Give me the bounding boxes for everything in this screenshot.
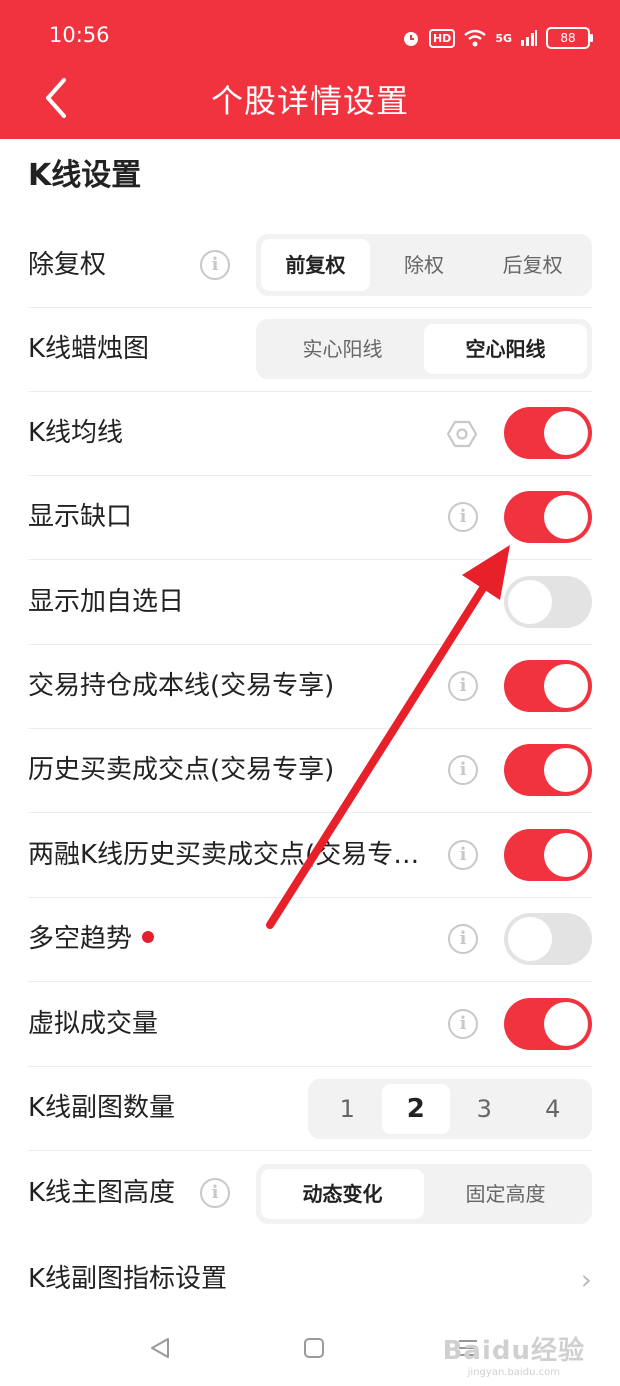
setting-label: 历史买卖成交点(交易专享) [28, 755, 335, 785]
battery-icon: 88 [546, 27, 593, 49]
toggle-knob [544, 748, 588, 792]
setting-row-adjust: 除复权 i 前复权 除权 后复权 [28, 223, 592, 308]
option-dynamic-height[interactable]: 动态变化 [261, 1169, 424, 1219]
setting-label: 除复权 [28, 250, 107, 280]
info-icon[interactable]: i [448, 840, 478, 870]
info-icon[interactable]: i [200, 250, 230, 280]
setting-label: 两融K线历史买卖成交点(交易专… [28, 840, 420, 870]
section-title: K线设置 [28, 158, 142, 193]
info-icon[interactable]: i [448, 671, 478, 701]
setting-label: 多空趋势 [28, 924, 133, 954]
setting-label-wrap: 多空趋势 [28, 897, 155, 981]
virtual-volume-toggle[interactable] [504, 998, 592, 1050]
ma-toggle[interactable] [504, 407, 592, 459]
watermark-sub: jingyan.baidu.com [467, 1367, 560, 1378]
nav-back-icon[interactable] [148, 1336, 172, 1360]
setting-row-cost-line: 交易持仓成本线(交易专享) i [28, 644, 592, 729]
setting-row-ma: K线均线 [28, 391, 592, 476]
toggle-knob [544, 664, 588, 708]
option-fixed-height[interactable]: 固定高度 [424, 1169, 587, 1219]
setting-row-trend: 多空趋势 i [28, 897, 592, 982]
setting-label: K线主图高度 [28, 1178, 176, 1208]
option-solid-candle[interactable]: 实心阳线 [261, 324, 424, 374]
candle-segmented-control: 实心阳线 空心阳线 [256, 319, 592, 379]
main-height-segmented-control: 动态变化 固定高度 [256, 1164, 592, 1224]
toggle-knob [544, 833, 588, 877]
status-bar: 10:56 HD 5G 88 [0, 0, 620, 74]
setting-label: K线副图数量 [28, 1093, 176, 1123]
setting-row-history-trades: 历史买卖成交点(交易专享) i [28, 728, 592, 813]
setting-row-candle: K线蜡烛图 实心阳线 空心阳线 [28, 307, 592, 392]
info-icon[interactable]: i [448, 502, 478, 532]
toggle-knob [508, 580, 552, 624]
option-backward-adjust[interactable]: 后复权 [478, 239, 587, 291]
setting-label: 显示加自选日 [28, 587, 185, 617]
info-icon[interactable]: i [448, 1009, 478, 1039]
watch-day-toggle[interactable] [504, 576, 592, 628]
setting-label: 交易持仓成本线(交易专享) [28, 671, 335, 701]
toggle-knob [544, 411, 588, 455]
option-count-4[interactable]: 4 [519, 1084, 588, 1134]
setting-row-watch-day: 显示加自选日 [28, 560, 592, 645]
setting-row-main-height: K线主图高度 i 动态变化 固定高度 [28, 1151, 592, 1235]
option-forward-adjust[interactable]: 前复权 [261, 239, 370, 291]
setting-row-sub-count: K线副图数量 1 2 3 4 [28, 1066, 592, 1151]
signal-icon [521, 30, 537, 46]
status-time: 10:56 [49, 23, 110, 47]
sub-count-segmented-control: 1 2 3 4 [308, 1079, 592, 1139]
option-hollow-candle[interactable]: 空心阳线 [424, 324, 587, 374]
info-icon[interactable]: i [448, 924, 478, 954]
info-icon[interactable]: i [200, 1178, 230, 1208]
nav-home-icon[interactable] [302, 1336, 326, 1360]
setting-label: 显示缺口 [28, 502, 133, 532]
toggle-knob [544, 495, 588, 539]
cost-line-toggle[interactable] [504, 660, 592, 712]
settings-icon[interactable] [447, 419, 477, 449]
wifi-icon [464, 29, 487, 47]
watermark: Baidu经验 jingyan.baidu.com [443, 1330, 585, 1378]
status-icons: HD 5G 88 [401, 24, 593, 52]
trend-toggle[interactable] [504, 913, 592, 965]
alarm-icon [403, 32, 418, 46]
chevron-right-icon: › [580, 1263, 592, 1296]
option-ex-right[interactable]: 除权 [370, 239, 479, 291]
setting-label: K线均线 [28, 418, 124, 448]
watermark-text: Baidu经验 [442, 1336, 585, 1366]
setting-row-virtual-volume: 虚拟成交量 i [28, 982, 592, 1067]
top-bar: 10:56 HD 5G 88 个股详情设置 [0, 0, 620, 139]
history-trades-toggle[interactable] [504, 744, 592, 796]
option-count-3[interactable]: 3 [450, 1084, 519, 1134]
info-icon[interactable]: i [448, 755, 478, 785]
adjust-segmented-control: 前复权 除权 后复权 [256, 234, 592, 296]
toggle-knob [508, 917, 552, 961]
setting-row-gap: 显示缺口 i [28, 475, 592, 560]
setting-label: K线蜡烛图 [28, 334, 150, 364]
hd-icon: HD [428, 28, 456, 48]
option-count-2[interactable]: 2 [381, 1084, 450, 1134]
setting-row-margin-trades: 两融K线历史买卖成交点(交易专… i [28, 813, 592, 898]
setting-label: 虚拟成交量 [28, 1009, 159, 1039]
network-type: 5G [495, 31, 512, 45]
margin-trades-toggle[interactable] [504, 829, 592, 881]
gap-toggle[interactable] [504, 491, 592, 543]
toggle-knob [544, 1002, 588, 1046]
option-count-1[interactable]: 1 [313, 1084, 382, 1134]
page-title: 个股详情设置 [210, 82, 409, 120]
new-badge [142, 930, 155, 943]
